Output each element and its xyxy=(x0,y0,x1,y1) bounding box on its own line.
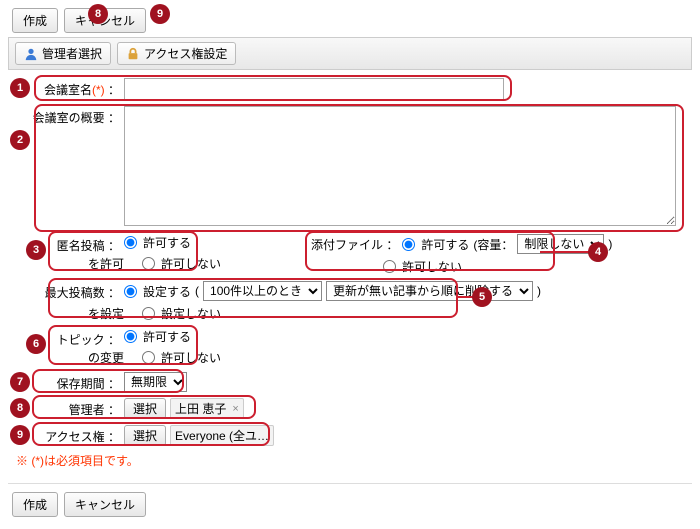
maxposts-action-select[interactable]: 更新が無い記事から順に削除する xyxy=(326,281,533,301)
anon-allow-label: 許可する xyxy=(143,234,191,251)
maxposts-notset-radio[interactable] xyxy=(142,307,155,320)
room-desc-label: 会議室の概要 ： xyxy=(12,106,124,126)
topic-allow-radio[interactable] xyxy=(124,330,137,343)
access-label: アクセス権 ： xyxy=(12,425,124,445)
anon-allow-radio[interactable] xyxy=(124,236,137,249)
maxposts-label: 最大投稿数 ： xyxy=(12,281,124,301)
maxposts-notset-label: 設定しない xyxy=(161,305,221,322)
topic-disallow-label: 許可しない xyxy=(161,349,221,366)
toolbar: 管理者選択 アクセス権設定 xyxy=(8,37,692,70)
create-button-bottom[interactable]: 作成 xyxy=(12,492,58,517)
maxposts-set-radio[interactable] xyxy=(124,285,137,298)
admin-tag[interactable]: 上田 恵子 × xyxy=(170,398,244,419)
room-name-label: 会議室名(*) ： xyxy=(12,78,124,98)
callout-2: 2 xyxy=(10,130,30,150)
access-select-mini-button[interactable]: 選択 xyxy=(124,425,166,446)
cancel-button-bottom[interactable]: キャンセル xyxy=(64,492,146,517)
admin-tag-label: 上田 恵子 xyxy=(175,400,226,417)
topic-allow-label: 許可する xyxy=(143,328,191,345)
attach-capacity-label: (容量： xyxy=(473,236,513,253)
attach-label: 添付ファイル ： xyxy=(311,236,398,253)
anon-label: 匿名投稿 ： xyxy=(12,234,124,254)
attach-disallow-radio[interactable] xyxy=(383,260,396,273)
topic-disallow-radio[interactable] xyxy=(142,351,155,364)
topic-label: トピック ： xyxy=(12,328,124,348)
room-desc-input[interactable] xyxy=(124,106,676,226)
lock-gear-icon xyxy=(126,47,140,61)
anon-sub-label: を許可 xyxy=(88,255,124,272)
maxposts-when-select[interactable]: 100件以上のとき xyxy=(203,281,322,301)
access-tag[interactable]: Everyone (全ユ… xyxy=(170,425,274,446)
access-tag-label: Everyone (全ユ… xyxy=(175,427,269,444)
topic-sub-label: の変更 xyxy=(88,349,124,366)
retention-select[interactable]: 無期限 xyxy=(124,372,187,392)
cancel-button[interactable]: キャンセル xyxy=(64,8,146,33)
access-settings-button[interactable]: アクセス権設定 xyxy=(117,42,236,65)
attach-allow-radio[interactable] xyxy=(402,238,415,251)
attach-disallow-label: 許可しない xyxy=(402,258,462,275)
divider xyxy=(8,483,692,484)
required-note: ※ (*)は必須項目です。 xyxy=(16,452,684,469)
admin-select-mini-button[interactable]: 選択 xyxy=(124,398,166,419)
admin-select-button[interactable]: 管理者選択 xyxy=(15,42,111,65)
maxposts-sub-label: を設定 xyxy=(88,305,124,322)
anon-disallow-label: 許可しない xyxy=(161,255,221,272)
maxposts-set-label: 設定する xyxy=(143,283,191,300)
retention-label: 保存期間 ： xyxy=(12,372,124,392)
admin-tag-remove-icon[interactable]: × xyxy=(232,403,238,415)
room-name-input[interactable] xyxy=(124,78,504,100)
person-icon xyxy=(24,47,38,61)
access-settings-label: アクセス権設定 xyxy=(144,45,227,62)
admin-label: 管理者 ： xyxy=(12,398,124,418)
anon-disallow-radio[interactable] xyxy=(142,257,155,270)
admin-select-label: 管理者選択 xyxy=(42,45,102,62)
create-button[interactable]: 作成 xyxy=(12,8,58,33)
attach-allow-label: 許可する xyxy=(421,236,469,253)
